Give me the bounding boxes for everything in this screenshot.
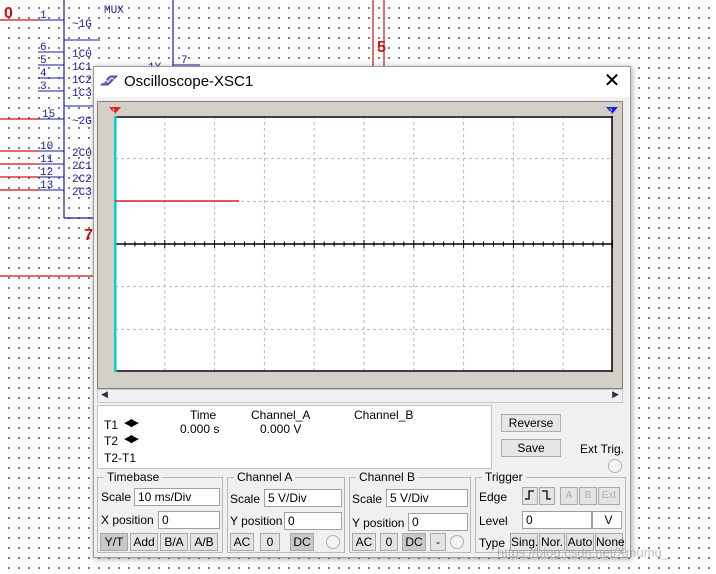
timebase-group: Timebase Scale 10 ms/Div X position 0 Y/… xyxy=(97,470,223,553)
cursor-t1-marker[interactable]: 1 xyxy=(108,106,122,116)
mode-yt-button[interactable]: Y/T xyxy=(100,533,128,551)
x-position-label: X position xyxy=(101,513,154,527)
pin-num: 4 xyxy=(40,68,47,80)
channel-a-zero-button[interactable]: 0 xyxy=(260,533,280,551)
reverse-button[interactable]: Reverse xyxy=(501,414,561,432)
scroll-left-icon[interactable]: ◀ xyxy=(101,389,108,400)
mode-ab-button[interactable]: A/B xyxy=(190,533,218,551)
pin-num: 15 xyxy=(42,109,55,121)
timebase-title: Timebase xyxy=(104,470,163,484)
pin-num: 10 xyxy=(40,141,53,153)
mode-add-button[interactable]: Add xyxy=(130,533,158,551)
channel-a-dc-button[interactable]: DC xyxy=(290,533,314,551)
col-channel-b-header: Channel_B xyxy=(354,408,414,422)
t2-label: T2 xyxy=(104,434,119,448)
pin-label: 1C3 xyxy=(72,88,92,100)
close-button[interactable]: ✕ xyxy=(594,67,630,97)
timebase-scale-label: Scale xyxy=(101,490,132,504)
scroll-right-icon[interactable]: ▶ xyxy=(612,389,619,400)
pin-num: 11 xyxy=(40,154,54,166)
pin-label: 2C0 xyxy=(72,148,92,160)
pin-num: 12 xyxy=(40,167,53,179)
pin-num: 3 xyxy=(40,81,47,93)
trigger-title: Trigger xyxy=(482,470,526,484)
channel-a-ypos-field[interactable]: 0 xyxy=(284,512,342,530)
channel-b-title: Channel B xyxy=(356,470,419,484)
pin-label: 2C1 xyxy=(72,161,92,173)
edge-rising-button[interactable] xyxy=(522,487,538,505)
col-time-header: Time xyxy=(190,408,217,422)
rising-edge-icon xyxy=(525,490,534,500)
oscilloscope-icon xyxy=(100,75,118,86)
pin-label: ~2G xyxy=(72,116,92,128)
channel-b-ypos-field[interactable]: 0 xyxy=(408,513,468,531)
pin-label: 1C0 xyxy=(72,49,92,61)
window-title: Oscilloscope-XSC1 xyxy=(124,73,254,90)
t2-arrows-icon[interactable]: ◀▶ xyxy=(124,432,139,445)
net-label: 7 xyxy=(84,227,93,244)
time-value: 0.000 s xyxy=(180,422,220,436)
cursor-t2-marker[interactable]: 2 xyxy=(605,106,619,116)
pin-num: 13 xyxy=(40,180,53,192)
channel-a-terminal[interactable] xyxy=(326,535,340,549)
trigger-group: Trigger Edge A B Ext Level 0 V Type Sing… xyxy=(475,470,626,553)
watermark-text: https://blog.csdn.net/Xmumu_ xyxy=(497,545,669,560)
channel-b-dc-button[interactable]: DC xyxy=(402,533,426,551)
scope-grid xyxy=(115,116,613,372)
oscilloscope-window: Oscilloscope-XSC1 ✕ 1 2 ◀ ▶ T1 ◀▶ T2 ◀▶ … xyxy=(93,66,631,558)
channel-a-value: 0.000 V xyxy=(260,422,302,436)
pin-num: 1 xyxy=(40,10,47,22)
col-channel-a-header: Channel_A xyxy=(251,408,311,422)
pin-label: 2C3 xyxy=(72,187,92,199)
channel-b-scale-label: Scale xyxy=(352,492,383,506)
timebase-scale-field[interactable]: 10 ms/Div xyxy=(134,488,220,506)
falling-edge-icon xyxy=(542,490,551,500)
level-field[interactable]: 0 xyxy=(522,511,592,529)
channel-b-terminal[interactable] xyxy=(450,535,464,549)
ext-trig-terminal[interactable] xyxy=(608,459,622,473)
edge-ext-button[interactable]: Ext xyxy=(598,487,620,505)
net-label: 0 xyxy=(4,5,13,22)
channel-b-group: Channel B Scale 5 V/Div Y position 0 AC … xyxy=(349,470,471,553)
level-unit-field[interactable]: V xyxy=(592,511,622,529)
pin-num: 6 xyxy=(40,42,47,54)
pin-num: 5 xyxy=(40,55,47,67)
pin-label: 1C1 xyxy=(72,62,92,74)
channel-b-scale-field[interactable]: 5 V/Div xyxy=(386,489,468,507)
channel-a-ypos-label: Y position xyxy=(230,514,283,528)
channel-a-ac-button[interactable]: AC xyxy=(230,533,254,551)
edge-b-button[interactable]: B xyxy=(579,487,597,505)
scope-display-frame: 1 2 xyxy=(97,101,623,389)
level-label: Level xyxy=(479,514,508,528)
pin-label: 2C2 xyxy=(72,174,92,186)
channel-a-scale-label: Scale xyxy=(230,492,261,506)
channel-b-zero-button[interactable]: 0 xyxy=(380,533,398,551)
edge-label: Edge xyxy=(479,490,508,504)
t1-label: T1 xyxy=(104,418,119,432)
readout-panel: T1 ◀▶ T2 ◀▶ T2-T1 Time Channel_A Channel… xyxy=(97,405,492,469)
scope-screen[interactable] xyxy=(114,116,613,372)
ext-trig-label: Ext Trig. xyxy=(580,442,625,456)
channel-a-title: Channel A xyxy=(234,470,296,484)
channel-b-ac-button[interactable]: AC xyxy=(352,533,376,551)
edge-falling-button[interactable] xyxy=(539,487,555,505)
net-label: 5 xyxy=(377,39,386,56)
pin-label: ~1G xyxy=(72,19,92,31)
channel-a-scale-field[interactable]: 5 V/Div xyxy=(264,489,342,507)
t1-arrows-icon[interactable]: ◀▶ xyxy=(124,416,139,429)
channel-a-group: Channel A Scale 5 V/Div Y position 0 AC … xyxy=(227,470,345,553)
channel-b-ypos-label: Y position xyxy=(352,516,405,530)
title-bar[interactable]: Oscilloscope-XSC1 ✕ xyxy=(94,67,630,97)
x-position-field[interactable]: 0 xyxy=(158,511,220,529)
pin-label: 1C2 xyxy=(72,75,92,87)
horizontal-scrollbar[interactable]: ◀ ▶ xyxy=(97,389,623,403)
save-button[interactable]: Save xyxy=(501,439,561,457)
t2-t1-label: T2-T1 xyxy=(104,451,137,465)
channel-b-minus-button[interactable]: - xyxy=(430,533,446,551)
edge-a-button[interactable]: A xyxy=(560,487,578,505)
mux-label: MUX xyxy=(104,5,124,17)
mode-ba-button[interactable]: B/A xyxy=(160,533,188,551)
